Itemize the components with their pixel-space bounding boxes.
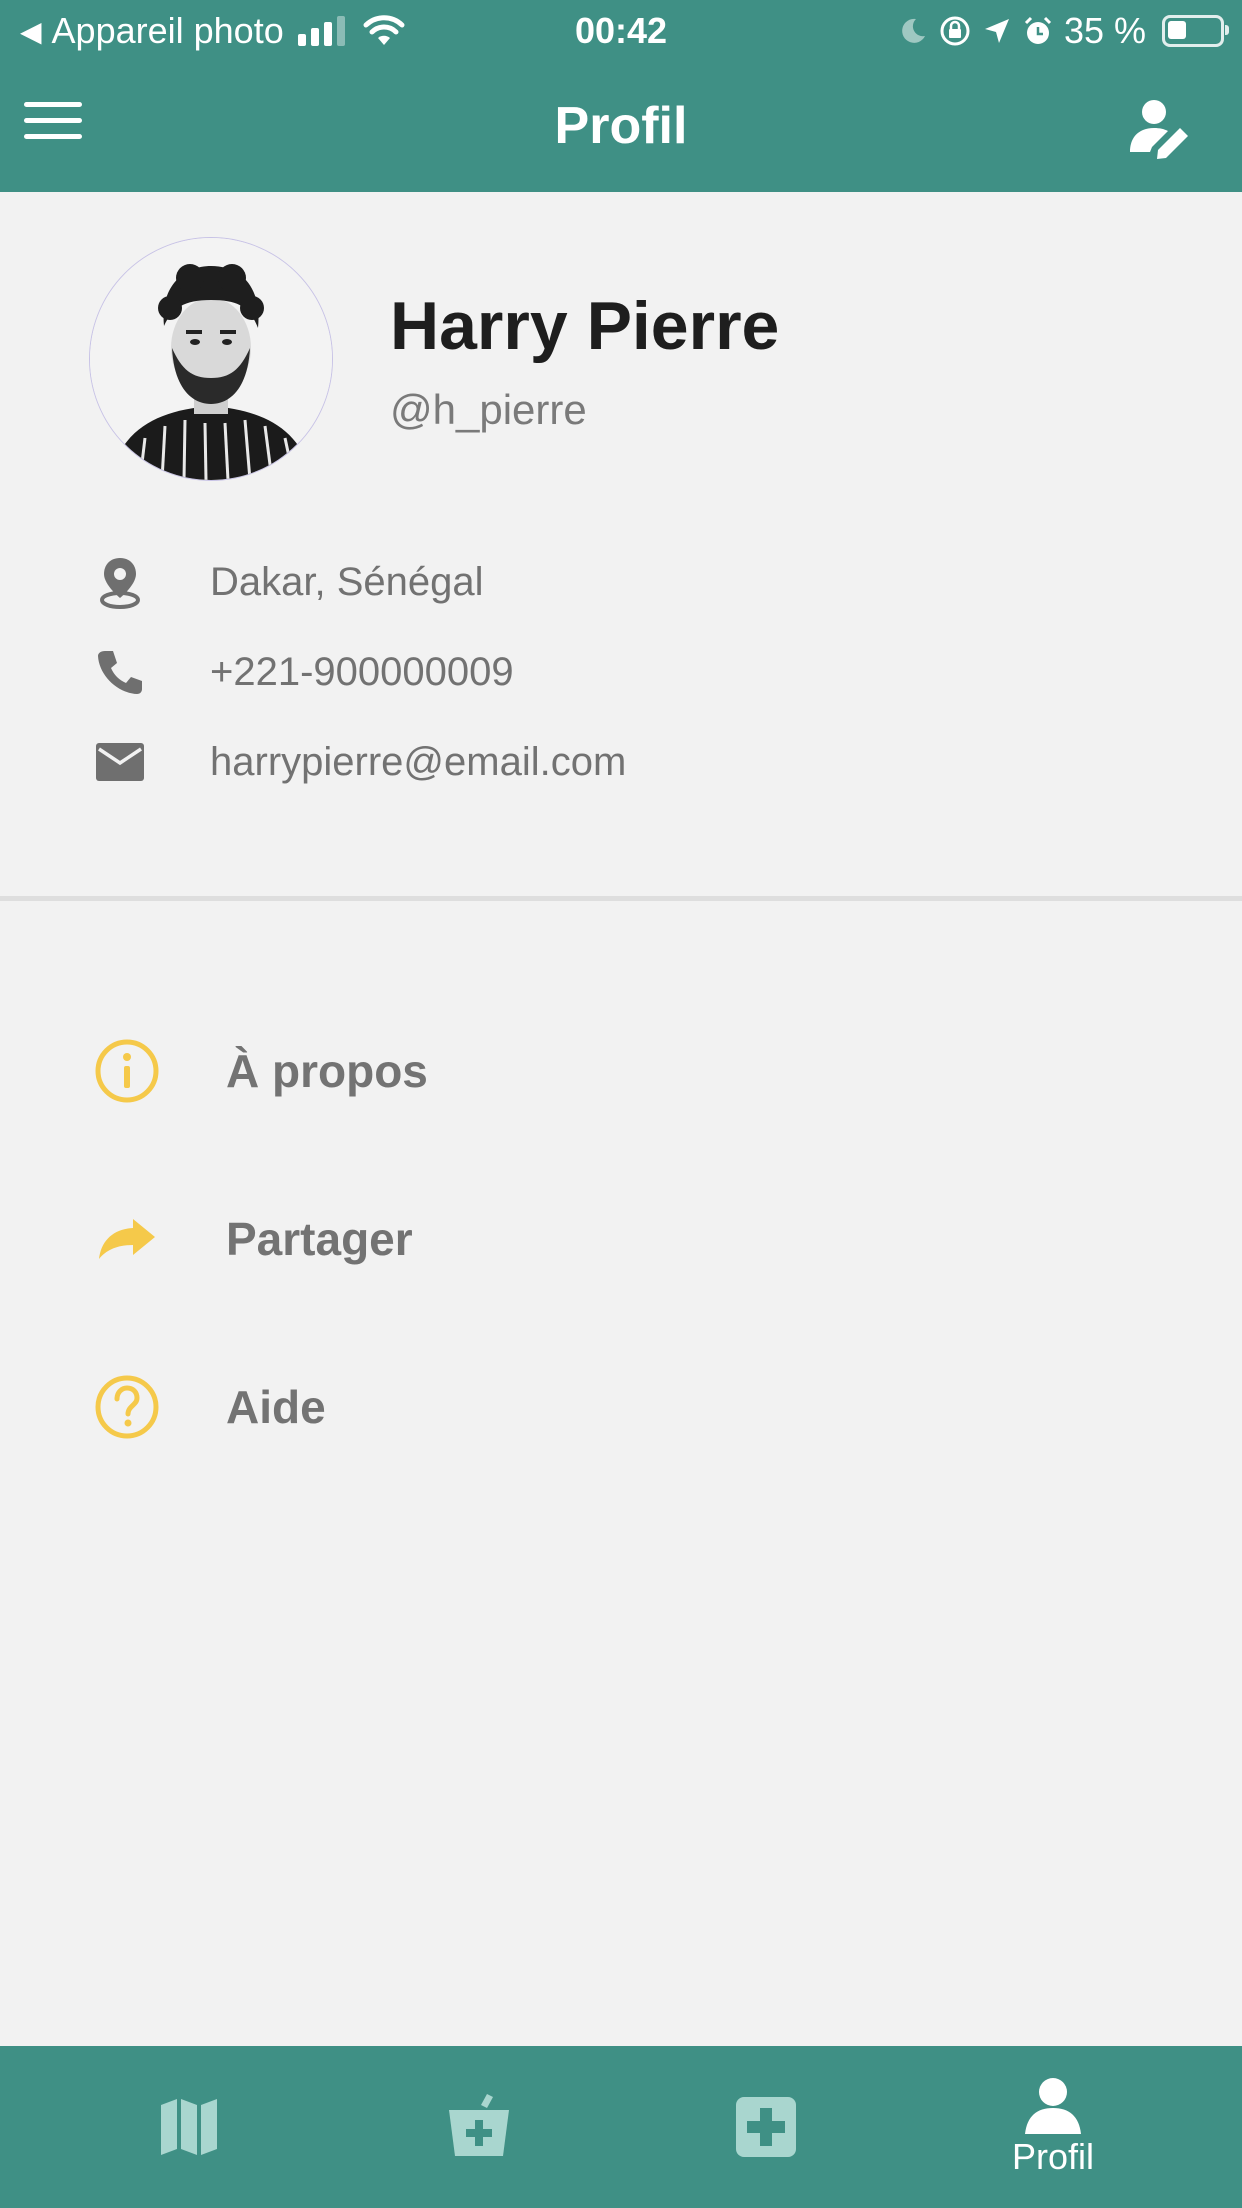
menu-item-label: À propos	[226, 1045, 428, 1097]
hamburger-menu-button[interactable]	[24, 102, 82, 152]
pharmacy-icon	[449, 2094, 509, 2156]
menu-item-share[interactable]: Partager	[90, 1184, 1150, 1294]
phone-row[interactable]: +221-900000009	[90, 637, 1190, 707]
phone-text[interactable]: +221-900000009	[210, 650, 514, 695]
phone-icon	[90, 642, 150, 702]
menu-item-help[interactable]: Aide	[90, 1352, 1150, 1462]
page-title: Profil	[554, 97, 688, 155]
profile-handle: @h_pierre	[390, 386, 587, 433]
tab-pharmacy[interactable]	[334, 2046, 624, 2208]
location-arrow-icon	[984, 19, 1009, 43]
avatar[interactable]	[89, 237, 333, 481]
menu-item-about[interactable]: À propos	[90, 1016, 1150, 1126]
email-icon	[90, 732, 150, 792]
location-text: Dakar, Sénégal	[210, 559, 484, 604]
edit-profile-button[interactable]	[1128, 96, 1192, 160]
section-divider	[0, 896, 1242, 901]
share-icon	[90, 1202, 164, 1276]
medical-cross-icon	[736, 2097, 796, 2157]
hamburger-icon	[24, 102, 82, 107]
map-icon	[161, 2099, 217, 2155]
app-header: Profil	[0, 62, 1242, 192]
rotation-lock-icon	[940, 16, 970, 46]
menu-item-label: Aide	[226, 1381, 326, 1433]
location-pin-icon	[90, 552, 150, 612]
battery-level	[1168, 21, 1186, 39]
tab-profile-label: Profil	[1011, 2136, 1095, 2177]
status-right: 35 %	[898, 10, 1229, 52]
battery-icon	[1162, 15, 1229, 47]
moon-icon	[902, 18, 925, 43]
profile-icon	[1025, 2078, 1081, 2134]
tab-map[interactable]	[44, 2046, 334, 2208]
location-row: Dakar, Sénégal	[90, 547, 1190, 617]
help-icon	[90, 1370, 164, 1444]
edit-profile-icon	[1130, 100, 1188, 159]
tab-health[interactable]	[621, 2046, 911, 2208]
bottom-nav: Profil	[0, 2046, 1242, 2208]
alarm-icon	[1024, 16, 1051, 44]
email-row[interactable]: harrypierre@email.com	[90, 727, 1190, 797]
tab-profile[interactable]: Profil	[908, 2046, 1198, 2208]
email-text[interactable]: harrypierre@email.com	[210, 740, 626, 785]
info-icon	[90, 1034, 164, 1108]
status-bar: ◀ Appareil photo 00:42 35 %	[0, 0, 1242, 62]
avatar-photo	[90, 238, 332, 480]
battery-percent: 35 %	[1063, 10, 1146, 51]
menu-item-label: Partager	[226, 1213, 413, 1265]
profile-name: Harry Pierre	[390, 288, 780, 364]
